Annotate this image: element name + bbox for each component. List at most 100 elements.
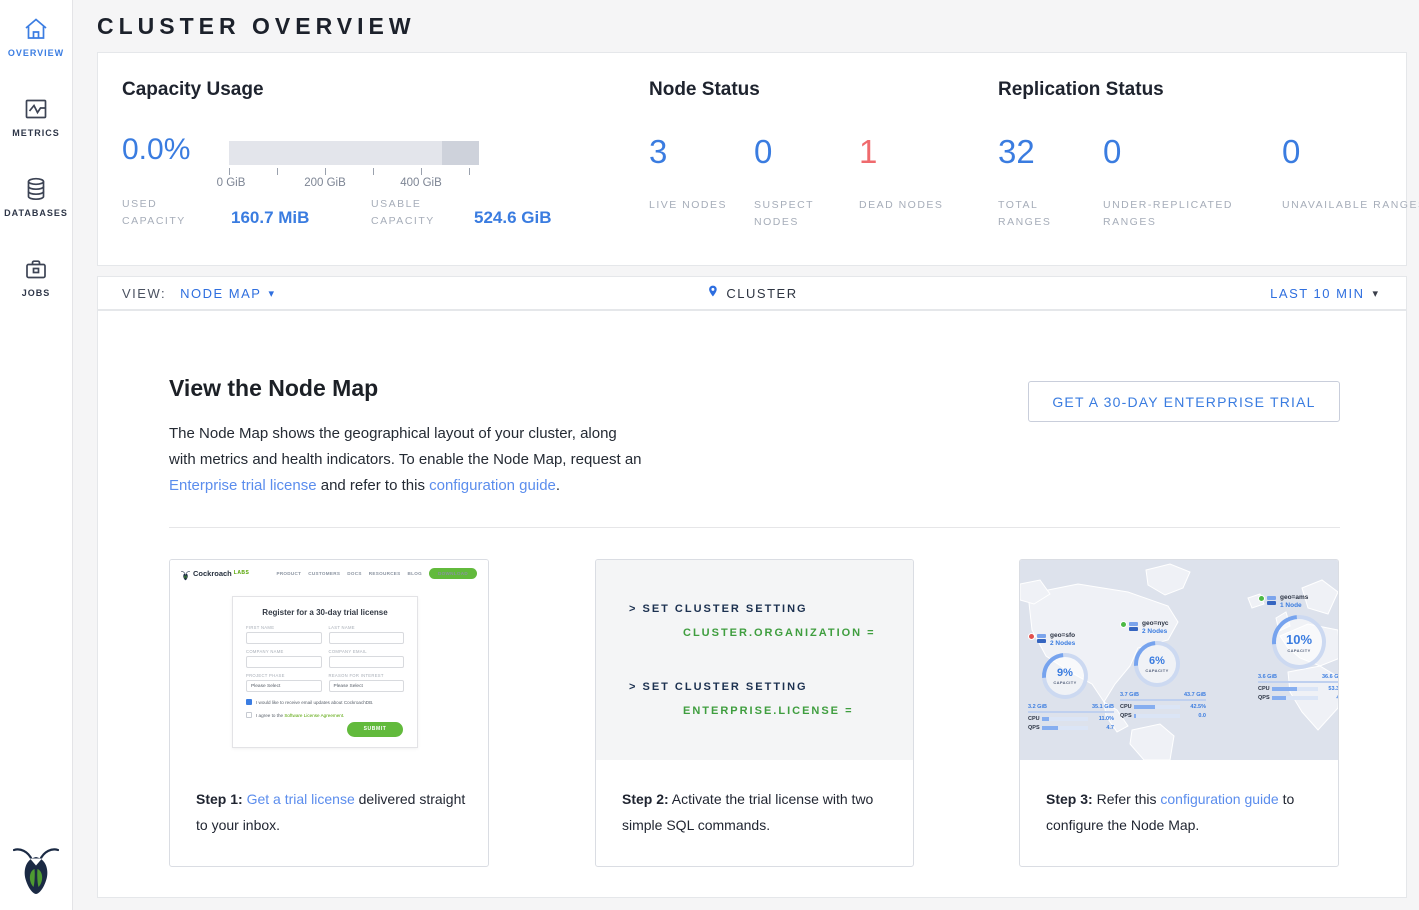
locality-name: geo=nyc [1142,620,1169,628]
configuration-guide-link[interactable]: configuration guide [429,477,556,494]
node-cube-icon [1129,622,1139,632]
sql-argument: ENTERPRISE.LICENSE = [683,705,854,717]
view-bar: VIEW: NODE MAP ▾ CLUSTER LAST 10 MIN ▾ [97,276,1407,310]
cluster-overview-page: OVERVIEW METRICS DATABASES [0,0,1419,910]
sidebar-item-label: OVERVIEW [0,48,72,58]
node-map-description: The Node Map shows the geographical layo… [169,421,643,499]
enterprise-trial-license-link[interactable]: Enterprise trial license [169,477,317,494]
locality-name: geo=sfo [1050,632,1075,640]
checkbox-checked-icon [246,699,252,705]
qps-value: 0.0 [1198,713,1206,719]
get-trial-license-link[interactable]: Get a trial license [247,791,355,807]
capacity-donut: 9% CAPACITY [1042,653,1088,699]
locality-node-count: 2 Nodes [1050,640,1075,648]
description-text: The Node Map shows the geographical layo… [169,425,642,468]
step-text: Refer this [1093,791,1161,807]
nav-item: CUSTOMERS [308,571,340,576]
map-node-ams: geo=ams 1 Node 10% CAPACITY 3.6 GiB 36 [1258,594,1338,701]
dead-status-icon [1028,633,1035,640]
enterprise-trial-button[interactable]: GET A 30-DAY ENTERPRISE TRIAL [1028,381,1340,422]
live-status-icon [1120,621,1127,628]
configuration-guide-link[interactable]: configuration guide [1160,791,1278,807]
step-3-card: geo=sfo 2 Nodes 9% CAPACITY 3.2 GiB 35 [1019,559,1339,867]
sidebar-item-overview[interactable]: OVERVIEW [0,16,72,58]
capacity-bar-ticks [229,168,479,175]
replication-status-title: Replication Status [998,79,1164,101]
description-text: . [556,477,560,494]
logo-text: Cockroach [193,569,232,578]
divider [169,527,1340,528]
chevron-down-icon[interactable]: ▾ [1372,287,1378,300]
locality-node-count: 2 Nodes [1142,628,1169,636]
node-status-title: Node Status [649,79,760,101]
step-1-card: Cockroach LABS PRODUCT CUSTOMERS DOCS RE… [169,559,489,867]
nav-item: BLOG [408,571,422,576]
location-pin-icon [706,283,719,304]
node-map-panel: View the Node Map The Node Map shows the… [97,310,1407,898]
qps-value: 4.7 [1106,725,1114,731]
capacity-donut: 6% CAPACITY [1134,641,1180,687]
metrics-icon [23,96,49,122]
sidebar-item-metrics[interactable]: METRICS [0,96,72,138]
tick-label: 400 GiB [400,177,442,189]
cpu-label: CPU [1258,686,1272,692]
live-nodes-value: 3 [649,133,667,171]
cpu-label: CPU [1028,716,1042,722]
locality-node-count: 1 Node [1280,602,1308,610]
dead-nodes-value: 1 [859,133,877,171]
sql-argument: CLUSTER.ORGANIZATION = [683,627,876,639]
capacity-total: 36.6 GiB [1322,674,1338,680]
sql-commands-illustration: > SET CLUSTER SETTING CLUSTER.ORGANIZATI… [596,560,913,760]
sidebar-item-databases[interactable]: DATABASES [0,176,72,218]
step-label: Step 2: [622,791,669,807]
checkbox-icon [246,712,252,718]
logo-suffix: LABS [234,570,250,576]
sidebar-item-label: METRICS [0,128,72,138]
capacity-label: CAPACITY [1145,668,1168,673]
mini-cockroach-logo: Cockroach LABS [181,568,249,579]
trial-registration-form: Register for a 30-day trial license FIRS… [232,596,418,748]
qps-label: QPS [1028,725,1042,731]
field-label: LAST NAME [329,625,405,630]
capacity-percent: 0.0% [122,133,190,167]
tick-label: 200 GiB [304,177,346,189]
live-nodes-label: LIVE NODES [649,197,741,214]
company-name-input [246,656,322,668]
field-label: PROJECT PHASE [246,673,322,678]
time-range-selector[interactable]: LAST 10 MIN ▾ [1270,277,1378,309]
sidebar-item-label: JOBS [0,288,72,298]
time-range-value[interactable]: LAST 10 MIN [1270,286,1364,301]
cpu-value: 53.3% [1328,686,1338,692]
breadcrumb-cluster: CLUSTER [726,286,797,301]
cluster-summary-card: Capacity Usage 0.0% 0 GiB 200 GiB 400 Gi… [97,52,1407,266]
sidebar: OVERVIEW METRICS DATABASES [0,0,73,910]
map-node-sfo: geo=sfo 2 Nodes 9% CAPACITY 3.2 GiB 35 [1028,632,1114,731]
cockroachdb-logo [13,843,59,897]
suspect-nodes-value: 0 [754,133,772,171]
company-email-input [329,656,405,668]
step-2-caption: Step 2: Activate the trial license with … [596,760,913,838]
field-label: FIRST NAME [246,625,322,630]
step-label: Step 3: [1046,791,1093,807]
chevron-down-icon[interactable]: ▾ [268,287,274,300]
briefcase-icon [23,256,49,282]
unavailable-ranges-value: 0 [1282,133,1300,171]
mini-site-nav: PRODUCT CUSTOMERS DOCS RESOURCES BLOG DO… [276,568,477,579]
capacity-percent: 6% [1149,655,1165,667]
first-name-input [246,632,322,644]
sidebar-item-jobs[interactable]: JOBS [0,256,72,298]
cpu-value: 11.0% [1099,716,1114,722]
nav-item: DOCS [347,571,361,576]
capacity-label: CAPACITY [1287,648,1310,653]
tick-label: 0 GiB [217,177,246,189]
nav-item: RESOURCES [369,571,401,576]
view-selector[interactable]: NODE MAP [180,286,261,301]
used-capacity-label: USED CAPACITY [122,196,208,230]
sidebar-item-label: DATABASES [0,208,72,218]
qps-value: 4.4 [1336,695,1338,701]
total-ranges-value: 32 [998,133,1035,171]
capacity-total: 43.7 GiB [1184,692,1206,698]
capacity-bar-tick-labels: 0 GiB 200 GiB 400 GiB [229,177,479,191]
reason-select: Please Select [329,680,405,692]
capacity-used: 3.7 GiB [1120,692,1139,698]
